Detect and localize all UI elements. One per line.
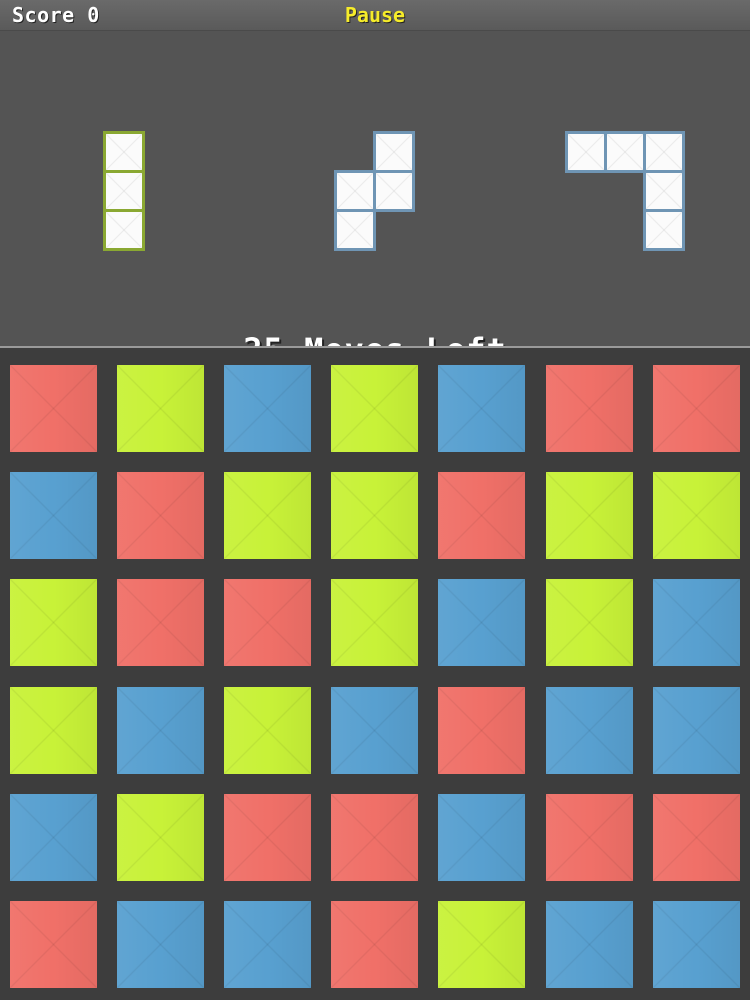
board-tile-blue[interactable]	[224, 365, 311, 452]
piece-cell	[568, 134, 604, 170]
board-tile-green[interactable]	[546, 579, 633, 666]
board-tile-blue[interactable]	[224, 901, 311, 988]
board-tile-blue[interactable]	[117, 687, 204, 774]
pause-button[interactable]: Pause	[325, 3, 425, 27]
board-tile-green[interactable]	[117, 794, 204, 881]
board-tile-red[interactable]	[117, 472, 204, 559]
piece-cell	[646, 173, 682, 209]
board-tile-green[interactable]	[117, 365, 204, 452]
board-tile-blue[interactable]	[10, 472, 97, 559]
piece-cell	[646, 212, 682, 248]
board-tile-blue[interactable]	[438, 794, 525, 881]
board-tile-red[interactable]	[331, 901, 418, 988]
board-tile-red[interactable]	[438, 687, 525, 774]
board-tile-blue[interactable]	[653, 901, 740, 988]
game-board	[0, 348, 750, 1000]
board-tile-green[interactable]	[224, 687, 311, 774]
board-tile-green[interactable]	[331, 365, 418, 452]
piece-cell	[607, 134, 643, 170]
top-bar: Score 0 Pause	[0, 0, 750, 31]
board-tile-blue[interactable]	[117, 901, 204, 988]
board-tile-blue[interactable]	[331, 687, 418, 774]
board-tile-red[interactable]	[438, 472, 525, 559]
board-tile-blue[interactable]	[438, 365, 525, 452]
piece-cell	[106, 173, 142, 209]
board-tile-green[interactable]	[10, 687, 97, 774]
board-tile-green[interactable]	[224, 472, 311, 559]
board-tile-red[interactable]	[331, 794, 418, 881]
board-tile-green[interactable]	[438, 901, 525, 988]
board-tile-blue[interactable]	[10, 794, 97, 881]
board-tile-red[interactable]	[546, 794, 633, 881]
piece-cell	[106, 134, 142, 170]
board-tile-red[interactable]	[653, 794, 740, 881]
board-tile-blue[interactable]	[546, 901, 633, 988]
piece-tray: 25 Moves Left	[0, 31, 750, 369]
board-tile-red[interactable]	[117, 579, 204, 666]
board-tile-red[interactable]	[653, 365, 740, 452]
piece-cell	[376, 134, 412, 170]
board-tile-blue[interactable]	[653, 687, 740, 774]
piece-cell	[106, 212, 142, 248]
board-tile-red[interactable]	[10, 365, 97, 452]
piece-cell	[376, 173, 412, 209]
board-tile-blue[interactable]	[653, 579, 740, 666]
piece-cell	[337, 212, 373, 248]
board-tile-green[interactable]	[331, 579, 418, 666]
board-tile-red[interactable]	[546, 365, 633, 452]
board-tile-green[interactable]	[546, 472, 633, 559]
board-tile-green[interactable]	[331, 472, 418, 559]
board-tile-green[interactable]	[10, 579, 97, 666]
score-label: Score 0	[12, 3, 100, 27]
board-tile-red[interactable]	[224, 794, 311, 881]
board-tile-red[interactable]	[224, 579, 311, 666]
board-tile-blue[interactable]	[438, 579, 525, 666]
board-tile-blue[interactable]	[546, 687, 633, 774]
board-tile-red[interactable]	[10, 901, 97, 988]
game-screen: Score 0 Pause 25 Moves Left	[0, 0, 750, 1000]
piece-cell	[337, 173, 373, 209]
piece-cell	[646, 134, 682, 170]
board-tile-green[interactable]	[653, 472, 740, 559]
